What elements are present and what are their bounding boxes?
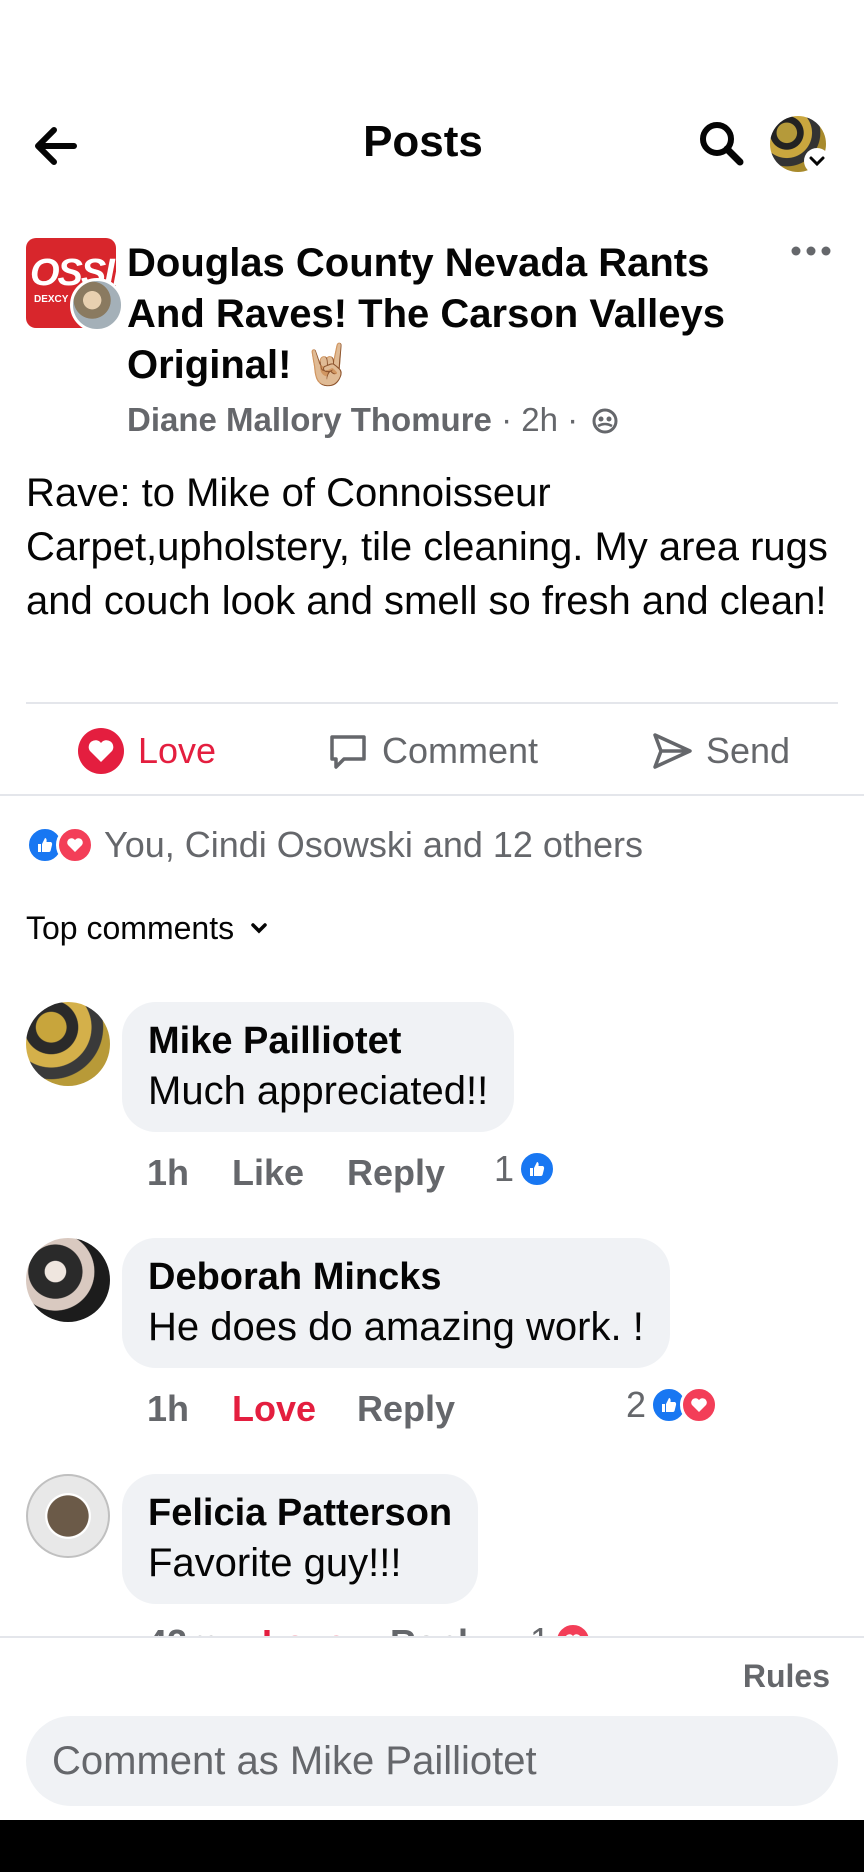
reactions-summary[interactable]: You, Cindi Osowski and 12 others [26, 824, 643, 866]
comment-time: 42m [147, 1622, 219, 1636]
comment-bubble[interactable]: Mike Pailliotet Much appreciated!! [122, 1002, 515, 1132]
send-icon [653, 733, 692, 769]
chevron-down-icon [804, 148, 830, 174]
commenter-name[interactable]: Deborah Mincks [148, 1254, 644, 1300]
chevron-down-icon [251, 922, 267, 933]
comment-time: 1h [147, 1152, 190, 1193]
heart-reaction-icon [680, 1386, 719, 1424]
comment-button[interactable]: Comment [326, 728, 538, 774]
comment-reactions[interactable]: 1 [494, 1148, 557, 1190]
reactions-summary-text: You, Cindi Osowski and 12 others [104, 824, 643, 865]
reply-button[interactable]: Reply [390, 1622, 488, 1636]
post-time: · 2h · [501, 401, 579, 438]
send-button[interactable]: Send [650, 728, 790, 774]
like-comment-button[interactable]: Like [232, 1152, 304, 1194]
rules-link[interactable]: Rules [743, 1658, 830, 1695]
love-button[interactable]: Love [76, 728, 216, 774]
commenter-name[interactable]: Mike Pailliotet [148, 1018, 488, 1064]
avatar[interactable] [26, 1002, 110, 1086]
comment-reactions[interactable]: 1 [530, 1620, 593, 1636]
post-meta: Diane Mallory Thomure · 2h · [127, 400, 619, 440]
comment-time: 1h [147, 1388, 190, 1429]
like-reaction-icon [518, 1150, 557, 1188]
avatar[interactable] [26, 1474, 110, 1558]
heart-reaction-icon [56, 826, 94, 864]
post-scroll-area[interactable]: Posts OSSIP DEXCY Douglas County Nevada … [0, 0, 864, 1636]
love-comment-button[interactable]: Love [232, 1388, 316, 1430]
reply-button[interactable]: Reply [357, 1388, 455, 1430]
comment-text: Favorite guy!!! [148, 1541, 402, 1585]
author-name-link[interactable]: Diane Mallory Thomure [127, 401, 492, 438]
divider [26, 702, 838, 704]
more-dots-icon [791, 246, 831, 256]
love-comment-button[interactable]: Love [262, 1622, 346, 1636]
search-icon [700, 122, 744, 166]
comment-bubble[interactable]: Deborah Mincks He does do amazing work. … [122, 1238, 670, 1368]
avatar[interactable] [26, 1238, 110, 1322]
divider [0, 794, 864, 796]
comment-icon [330, 735, 366, 769]
author-avatar[interactable] [70, 278, 124, 332]
heart-reaction-icon [554, 1622, 593, 1636]
comment-reactions[interactable]: 2 [626, 1384, 719, 1426]
group-icon [592, 408, 618, 434]
commenter-name[interactable]: Felicia Patterson [148, 1490, 452, 1536]
comment-bubble[interactable]: Felicia Patterson Favorite guy!!! [122, 1474, 479, 1604]
comments-sort-dropdown[interactable]: Top comments [26, 910, 274, 947]
comment-text: Much appreciated!! [148, 1069, 489, 1113]
search-button[interactable] [696, 118, 746, 168]
comment-input[interactable] [26, 1716, 838, 1806]
comment-text: He does do amazing work. ! [148, 1305, 644, 1349]
system-nav-bar [0, 1820, 864, 1872]
post-text: Rave: to Mike of Connoisseur Carpet,upho… [26, 471, 828, 623]
reply-button[interactable]: Reply [347, 1152, 445, 1194]
more-options-button[interactable] [786, 236, 836, 266]
heart-reaction-icon [78, 728, 124, 774]
group-name-link[interactable]: Douglas County Nevada Rants And Raves! T… [127, 238, 767, 391]
